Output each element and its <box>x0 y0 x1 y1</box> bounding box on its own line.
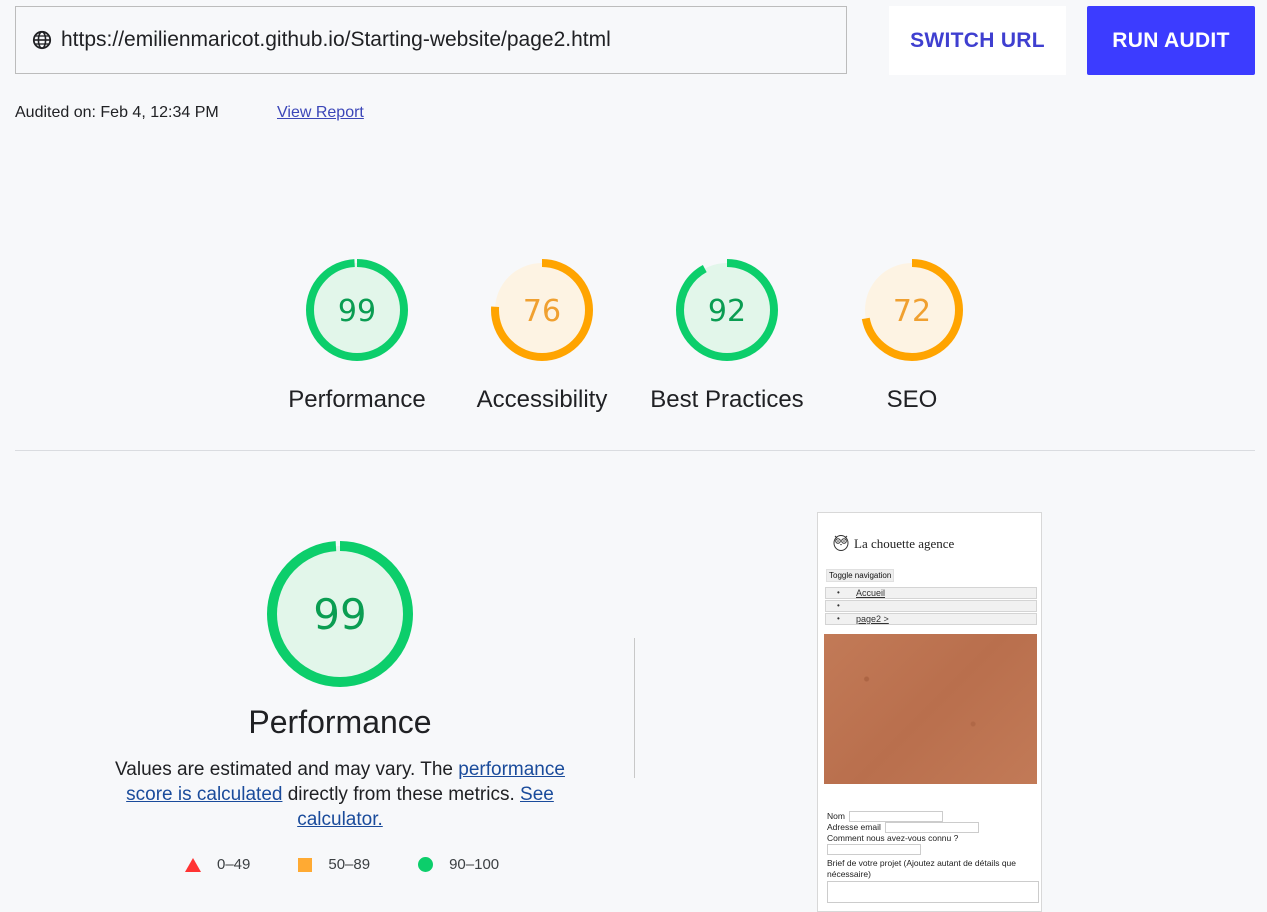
legend-fail: 0–49 <box>185 856 250 873</box>
gauge-label: Best Practices <box>650 386 804 413</box>
gauge-seo[interactable]: 72 SEO <box>827 258 997 414</box>
vertical-divider <box>634 638 635 778</box>
gauge-score: 99 <box>313 590 366 639</box>
legend-pass: 90–100 <box>418 856 499 873</box>
thumb-form-label: Adresse email <box>827 822 881 832</box>
legend-range: 50–89 <box>328 856 371 873</box>
thumb-nav-label: Accueil <box>856 588 886 598</box>
score-legend: 0–49 50–89 90–100 <box>185 856 547 873</box>
desc-text: directly from these metrics. <box>282 784 521 805</box>
gauge-best-practices[interactable]: 92 Best Practices <box>642 258 812 414</box>
gauge-label: Performance <box>288 386 426 413</box>
gauge-performance[interactable]: 99 Performance <box>272 258 442 414</box>
page-screenshot-thumbnail: La chouette agence Toggle navigation Acc… <box>817 512 1042 912</box>
thumb-brand: La chouette agence <box>832 533 954 555</box>
run-audit-button[interactable]: RUN AUDIT <box>1087 6 1255 75</box>
thumb-form-input <box>884 822 979 833</box>
gauge-score: 92 <box>708 294 746 329</box>
thumb-form: Nom Adresse email Comment nous avez-vous… <box>827 811 1039 903</box>
thumb-brand-text: La chouette agence <box>854 536 955 551</box>
thumb-nav-item: Accueil <box>825 587 1037 599</box>
gauge-score: 72 <box>893 294 931 329</box>
gauge-score: 76 <box>523 294 561 329</box>
thumb-hero-image <box>824 634 1037 784</box>
desc-text: Values are estimated and may vary. The <box>115 759 459 780</box>
thumb-nav-item: page2 > <box>825 613 1037 625</box>
performance-big-gauge: 99 <box>267 541 413 687</box>
gauge-score: 99 <box>338 294 376 329</box>
score-ring: 92 <box>676 259 778 361</box>
thumb-form-textarea <box>827 881 1039 903</box>
section-divider <box>15 450 1255 451</box>
thumb-nav-item <box>825 600 1037 612</box>
switch-url-button[interactable]: SWITCH URL <box>889 6 1066 75</box>
thumb-form-label: Nom <box>827 811 845 821</box>
thumb-form-row: Nom <box>827 811 1037 822</box>
url-field[interactable]: https://emilienmaricot.github.io/Startin… <box>15 6 847 74</box>
thumb-form-label: Brief de votre projet (Ajoutez autant de… <box>827 858 1017 879</box>
score-ring: 99 <box>306 259 408 361</box>
circle-icon <box>418 857 434 872</box>
gauge-accessibility[interactable]: 76 Accessibility <box>457 258 627 414</box>
view-report-link[interactable]: View Report <box>277 104 364 122</box>
performance-description: Values are estimated and may vary. The p… <box>90 757 590 832</box>
triangle-icon <box>185 857 201 872</box>
legend-range: 0–49 <box>217 856 251 873</box>
gauge-label: Accessibility <box>476 386 608 413</box>
thumb-form-input <box>827 844 921 855</box>
score-ring: 76 <box>491 259 593 361</box>
thumb-form-row: Adresse email <box>827 822 1037 833</box>
url-text: https://emilienmaricot.github.io/Startin… <box>61 28 611 51</box>
globe-icon <box>32 30 52 50</box>
legend-average: 50–89 <box>298 856 370 873</box>
audited-timestamp: Audited on: Feb 4, 12:34 PM <box>15 104 219 121</box>
square-icon <box>298 857 313 872</box>
performance-title: Performance <box>248 704 432 740</box>
thumb-nav-label: page2 > <box>856 614 889 624</box>
thumb-nav: Accueil page2 > <box>825 587 1037 626</box>
thumb-toggle-nav: Toggle navigation <box>826 569 895 582</box>
thumb-form-input <box>848 811 943 822</box>
legend-range: 90–100 <box>449 856 500 873</box>
gauge-label: SEO <box>886 386 938 413</box>
score-ring: 72 <box>861 259 963 361</box>
owl-icon <box>832 533 850 555</box>
thumb-form-label: Comment nous avez-vous connu ? <box>827 833 959 843</box>
